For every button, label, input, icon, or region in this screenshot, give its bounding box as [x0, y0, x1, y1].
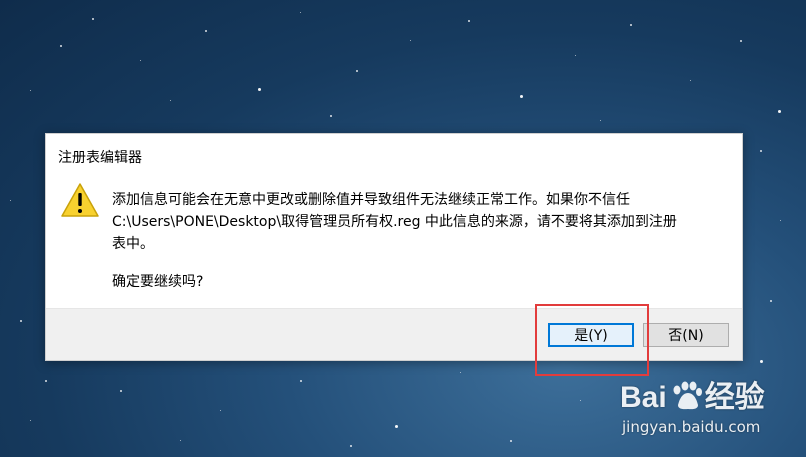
dialog-message: 添加信息可能会在无意中更改或删除值并导致组件无法继续正常工作。如果你不信任 C:… — [112, 189, 724, 255]
watermark-url: jingyan.baidu.com — [622, 418, 761, 436]
message-line-2: C:\Users\PONE\Desktop\取得管理员所有权.reg 中此信息的… — [112, 214, 677, 230]
paw-icon — [673, 381, 702, 410]
watermark-logo-right: 经验 — [704, 381, 765, 414]
watermark-logo: Bai 经验 — [620, 372, 765, 416]
message-line-1: 添加信息可能会在无意中更改或删除值并导致组件无法继续正常工作。如果你不信任 — [112, 192, 630, 208]
baidu-jingyan-watermark: Bai 经验 jingyan.baidu.com — [620, 372, 765, 436]
confirm-question: 确定要继续吗? — [112, 274, 204, 290]
dialog-title: 注册表编辑器 — [58, 150, 142, 166]
highlight-box — [535, 304, 649, 376]
message-line-3: 表中。 — [112, 236, 154, 252]
watermark-logo-left: Bai — [620, 381, 667, 414]
warning-icon — [61, 183, 99, 217]
no-button[interactable]: 否(N) — [643, 323, 729, 347]
